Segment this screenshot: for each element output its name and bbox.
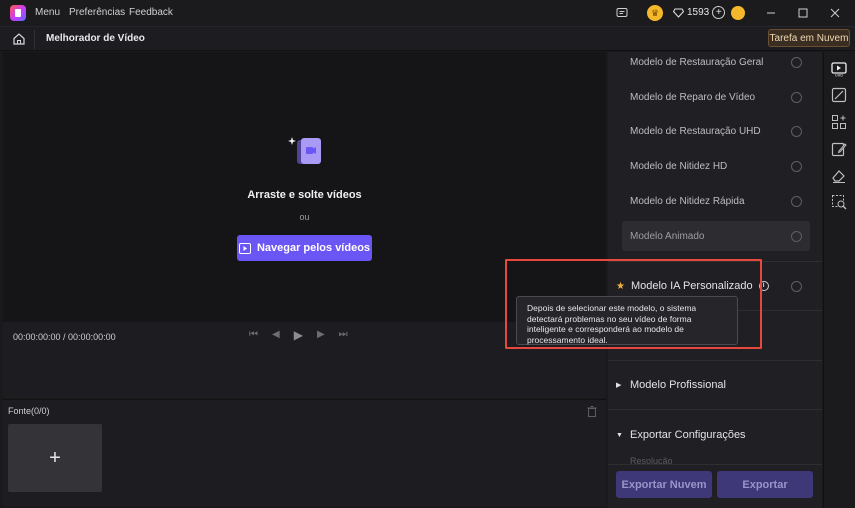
eraser-tool-icon[interactable]	[831, 168, 847, 184]
credits-count: 1593	[687, 7, 710, 18]
section-divider	[608, 360, 822, 361]
drop-or-text: ou	[299, 212, 310, 222]
trash-icon[interactable]	[587, 406, 597, 417]
radio-button[interactable]	[791, 57, 802, 68]
edit-tool-icon[interactable]	[831, 141, 847, 157]
add-video-tile[interactable]: +	[8, 424, 102, 492]
model-option-hd-sharpness[interactable]: Modelo de Nitidez HD	[622, 151, 810, 181]
header-divider	[34, 30, 35, 49]
model-option-label: Modelo de Restauração UHD	[630, 125, 761, 137]
close-icon[interactable]	[829, 5, 841, 21]
drop-title: Arraste e solte vídeos	[247, 189, 362, 201]
section-divider	[608, 409, 822, 410]
export-bar: Exportar Nuvem Exportar	[608, 464, 822, 508]
home-icon[interactable]	[12, 32, 26, 46]
svg-text:UHD: UHD	[835, 74, 843, 78]
add-credits-icon[interactable]: +	[712, 6, 726, 19]
browse-videos-label: Navegar pelos vídeos	[256, 242, 371, 254]
play-icon[interactable]: ▶	[294, 328, 303, 342]
video-file-icon	[288, 137, 321, 164]
model-option-label: Modelo de Reparo de Vídeo	[630, 91, 756, 103]
diamond-icon	[673, 8, 684, 18]
model-option-animated[interactable]: Modelo Animado	[622, 221, 810, 251]
browse-videos-button[interactable]: Navegar pelos vídeos	[237, 235, 372, 261]
model-option-video-repair[interactable]: Modelo de Reparo de Vídeo	[622, 82, 810, 112]
add-icon: +	[49, 446, 61, 469]
model-option-label: Modelo de Nitidez HD	[630, 160, 728, 172]
chevron-right-icon: ▶	[616, 382, 622, 389]
cloud-task-button[interactable]: Tarefa em Nuvem	[768, 29, 850, 47]
avatar[interactable]	[731, 5, 745, 21]
retouch-tool-icon[interactable]	[831, 87, 847, 103]
export-settings-label: Exportar Configurações	[630, 429, 746, 441]
menu-button[interactable]: Menu	[35, 7, 60, 18]
model-option-label: Modelo Animado	[630, 230, 705, 242]
title-bar: Menu Preferências Feedback ♛ 1593 +	[0, 0, 855, 26]
model-option-label: Modelo de Restauração Geral	[630, 56, 764, 68]
export-cloud-button[interactable]: Exportar Nuvem	[616, 471, 712, 498]
source-panel: Fonte(0/0) +	[3, 399, 606, 506]
maximize-icon[interactable]	[797, 5, 809, 21]
transport-controls: ⏮ ◀ ▶ ▶ ⏭	[249, 328, 348, 342]
skip-end-icon[interactable]: ⏭	[339, 329, 348, 342]
export-button[interactable]: Exportar	[717, 471, 813, 498]
source-label: Fonte(0/0)	[8, 406, 50, 416]
professional-model-label: Modelo Profissional	[630, 379, 726, 391]
preferences-button[interactable]: Preferências	[69, 7, 125, 18]
previous-frame-icon[interactable]: ◀	[272, 329, 280, 342]
radio-button[interactable]	[791, 126, 802, 137]
export-settings-section[interactable]: ▼ Exportar Configurações	[616, 425, 816, 445]
radio-button[interactable]	[791, 196, 802, 207]
minimize-icon[interactable]	[765, 5, 777, 21]
tool-strip: UHD	[823, 52, 855, 508]
page-title: Melhorador de Vídeo	[46, 33, 145, 44]
radio-button[interactable]	[791, 92, 802, 103]
professional-model-section[interactable]: ▶ Modelo Profissional	[616, 375, 816, 395]
coin-icon[interactable]: ♛	[647, 5, 663, 21]
model-option-fast-sharpness[interactable]: Modelo de Nitidez Rápida	[622, 186, 810, 216]
layout-tool-icon[interactable]	[831, 114, 847, 130]
feedback-button[interactable]: Feedback	[129, 7, 173, 18]
next-frame-icon[interactable]: ▶	[317, 329, 325, 342]
radio-button[interactable]	[791, 231, 802, 242]
timecode: 00:00:00:00 / 00:00:00:00	[13, 332, 116, 342]
model-option-uhd-restoration[interactable]: Modelo de Restauração UHD	[622, 116, 810, 146]
chevron-down-icon: ▼	[616, 431, 623, 439]
app-logo	[10, 5, 26, 21]
play-file-icon	[238, 242, 251, 254]
credits-display[interactable]: 1593 +	[673, 6, 726, 19]
custom-model-tooltip: Depois de selecionar este modelo, o sist…	[516, 296, 738, 345]
skip-start-icon[interactable]: ⏮	[249, 329, 258, 342]
video-enhance-tool-icon[interactable]: UHD	[831, 61, 847, 77]
model-option-general-restoration[interactable]: Modelo de Restauração Geral	[622, 47, 810, 77]
message-icon[interactable]	[616, 5, 628, 21]
radio-button[interactable]	[791, 281, 802, 292]
model-option-label: Modelo de Nitidez Rápida	[630, 195, 745, 207]
selection-tool-icon[interactable]	[831, 194, 847, 210]
radio-button[interactable]	[791, 161, 802, 172]
